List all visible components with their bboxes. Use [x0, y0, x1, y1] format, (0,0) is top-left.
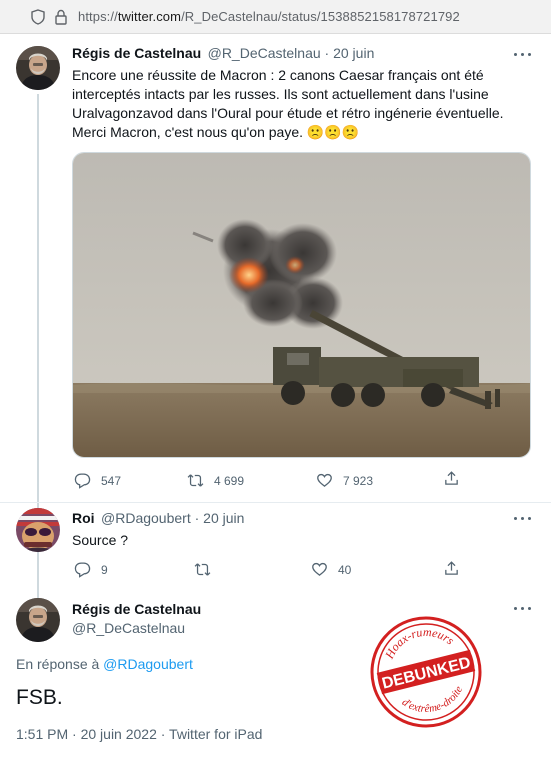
url-prefix: https://	[78, 9, 118, 24]
tweet-timestamp[interactable]: 1:51 PM · 20 juin 2022 · Twitter for iPa…	[16, 726, 262, 742]
tweet-header: Roi @RDagoubert · 20 juin	[72, 510, 244, 528]
debunked-stamp: Hoax-rumeurs d'extrême-droite DEBUNKED	[370, 616, 482, 728]
lock-icon[interactable]	[54, 9, 68, 25]
artillery-photo	[73, 153, 530, 457]
reply-count: 547	[101, 473, 122, 488]
retweet-button[interactable]	[194, 561, 211, 578]
heart-icon	[312, 562, 327, 576]
avatar[interactable]	[16, 46, 60, 90]
divider	[0, 502, 551, 503]
tweet-text-line: interceptés intacts par les russes. Ils …	[72, 86, 489, 102]
more-options-icon[interactable]	[513, 516, 533, 522]
browser-url-bar[interactable]: https://twitter.com/R_DeCastelnau/status…	[0, 0, 551, 34]
tweet-header: Régis de Castelnau @R_DeCastelnau · 20 j…	[72, 45, 374, 63]
retweet-button[interactable]: 4 699	[187, 472, 244, 489]
author-block: Régis de Castelnau @R_DeCastelnau	[72, 601, 201, 636]
avatar-photo	[16, 508, 60, 552]
reply-button[interactable]: 9	[74, 561, 108, 578]
share-button[interactable]	[443, 470, 460, 487]
tweet-text: Encore une réussite de Macron : 2 canons…	[72, 66, 532, 142]
like-button[interactable]: 40	[311, 561, 351, 578]
author-handle-date[interactable]: @R_DeCastelnau · 20 juin	[208, 45, 375, 61]
reply-context-label: En réponse à	[16, 656, 104, 672]
share-button[interactable]	[443, 560, 460, 577]
shield-icon[interactable]	[30, 9, 46, 25]
retweet-count: 4 699	[214, 473, 245, 488]
tweet-text: FSB.	[16, 686, 63, 709]
thread-line	[37, 556, 39, 596]
reply-to-link[interactable]: @RDagoubert	[103, 656, 193, 672]
retweet-icon	[187, 474, 204, 487]
tweet-text-line: Uralvagonzavod dans l'Oural pour étude e…	[72, 105, 504, 121]
share-icon	[445, 561, 458, 575]
url-text[interactable]: https://twitter.com/R_DeCastelnau/status…	[78, 9, 460, 24]
share-icon	[445, 471, 458, 485]
avatar-photo	[16, 598, 60, 642]
like-count: 40	[338, 562, 352, 577]
url-host: twitter.com	[117, 9, 182, 24]
url-path: /R_DeCastelnau/status/153885215817872179…	[181, 9, 460, 24]
author-handle[interactable]: @R_DeCastelnau	[72, 620, 201, 636]
reply-icon	[74, 473, 91, 489]
reply-icon	[74, 562, 91, 578]
avatar[interactable]	[16, 598, 60, 642]
author-name[interactable]: Régis de Castelnau	[72, 45, 201, 61]
more-options-icon[interactable]	[513, 606, 533, 612]
tweet-text-line: Merci Macron, c'est nous qu'on paye. 🙁🙁🙁	[72, 124, 360, 140]
tweet-text: Source ?	[72, 532, 129, 548]
avatar-photo	[16, 46, 60, 90]
retweet-icon	[194, 563, 211, 576]
like-count: 7 923	[343, 473, 374, 488]
author-name[interactable]: Régis de Castelnau	[72, 601, 201, 617]
tweet-media-image[interactable]	[72, 152, 531, 458]
reply-context: En réponse à @RDagoubert	[16, 656, 193, 672]
reply-count: 9	[101, 562, 108, 577]
more-options-icon[interactable]	[513, 52, 533, 58]
reply-button[interactable]: 547	[74, 472, 121, 489]
avatar[interactable]	[16, 508, 60, 552]
author-handle-date[interactable]: @RDagoubert · 20 juin	[101, 510, 244, 526]
like-button[interactable]: 7 923	[316, 472, 373, 489]
tweet-text-line: Encore une réussite de Macron : 2 canons…	[72, 67, 484, 83]
author-name[interactable]: Roi	[72, 510, 95, 526]
heart-icon	[317, 473, 332, 487]
